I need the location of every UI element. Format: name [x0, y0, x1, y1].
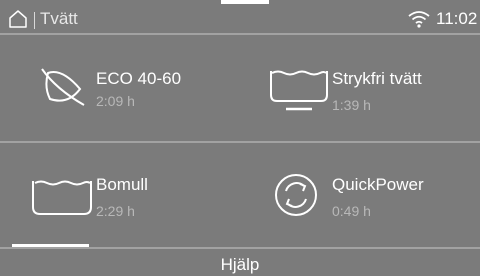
page-title: Tvätt	[40, 9, 78, 28]
help-label[interactable]: Hjälp	[0, 255, 480, 275]
program-duration: 2:29 h	[96, 203, 135, 219]
program-quickpower[interactable]: QuickPower 0:49 h	[240, 143, 480, 247]
status-separator	[34, 12, 35, 29]
wifi-icon	[408, 11, 430, 28]
program-duration: 2:09 h	[96, 93, 135, 109]
program-name: QuickPower	[332, 175, 424, 194]
leaf-icon	[41, 68, 85, 106]
program-bomull[interactable]: Bomull 2:29 h	[0, 143, 240, 247]
tub-with-iron-icon	[270, 70, 328, 111]
quickpower-icon	[275, 174, 317, 216]
program-name: Strykfri tvätt	[332, 69, 422, 88]
program-strykfri-tvatt[interactable]: Strykfri tvätt 1:39 h	[240, 35, 480, 139]
program-name: Bomull	[96, 175, 148, 194]
divider-bottom	[0, 247, 480, 249]
page-indicator	[12, 244, 89, 247]
program-name: ECO 40-60	[96, 69, 182, 88]
program-eco-40-60[interactable]: ECO 40-60 2:09 h	[0, 35, 240, 139]
clock: 11:02	[436, 9, 478, 28]
program-duration: 1:39 h	[332, 97, 371, 113]
program-duration: 0:49 h	[332, 203, 371, 219]
status-bar: Tvätt 11:02	[0, 0, 480, 33]
tub-icon	[32, 180, 92, 215]
home-icon[interactable]	[8, 10, 28, 28]
pull-down-handle[interactable]	[221, 0, 269, 4]
